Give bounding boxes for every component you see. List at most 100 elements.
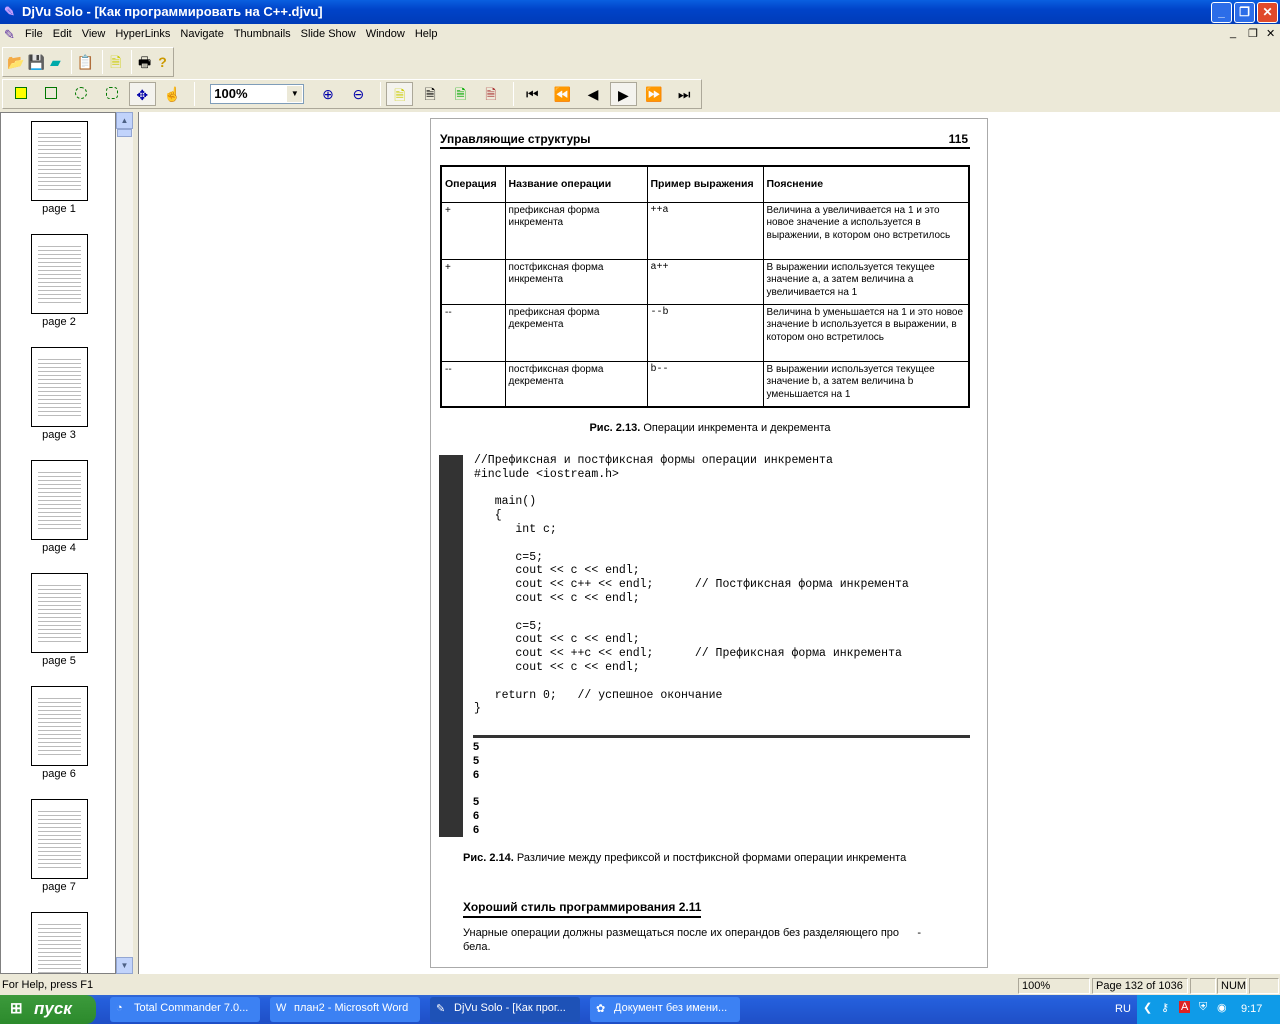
- table-cell: --b: [646, 303, 764, 362]
- task-djvu-solo-label: DjVu Solo - [Как прог...: [454, 1002, 566, 1014]
- task-document-untitled[interactable]: ✿ Документ без имени...: [590, 997, 740, 1022]
- tray-network-icon[interactable]: ◉: [1217, 1001, 1227, 1014]
- start-button[interactable]: ⊞ пуск: [0, 995, 96, 1024]
- zoom-out-icon[interactable]: ⊖: [345, 82, 372, 106]
- thumbnail-scrollbar[interactable]: ▲ ▼: [116, 112, 133, 974]
- table-header: Пояснение: [762, 165, 970, 203]
- code-line: }: [474, 702, 481, 716]
- mdi-restore-button[interactable]: ❐: [1248, 27, 1258, 40]
- code-line: cout << ++c << endl; // Префиксная форма…: [474, 647, 902, 661]
- tray-shield-icon[interactable]: ⛨: [1199, 1001, 1207, 1014]
- next-page-icon[interactable]: ▶: [609, 82, 638, 106]
- menu-edit[interactable]: Edit: [48, 26, 77, 42]
- select-lasso-icon[interactable]: [98, 82, 125, 106]
- system-tray: RU ❮ ⚷ A ⛨ ◉ 9:17: [1115, 995, 1280, 1024]
- output-rule: [473, 735, 970, 738]
- scroll-up-icon[interactable]: ▲: [116, 112, 133, 129]
- tray-key-icon[interactable]: ⚷: [1161, 1001, 1169, 1014]
- output-line: 6: [473, 810, 480, 822]
- menu-help[interactable]: Help: [410, 26, 443, 42]
- status-bar: For Help, press F1 100% Page 132 of 1036…: [0, 976, 1280, 995]
- table-cell: Величина a увеличивается на 1 и это ново…: [762, 201, 970, 260]
- thumbnail-page-7[interactable]: [31, 799, 88, 879]
- zoom-select[interactable]: 100% ▼: [210, 84, 305, 104]
- tray-antivirus-icon[interactable]: A: [1179, 1001, 1191, 1013]
- menu-view[interactable]: View: [77, 26, 111, 42]
- menu-window[interactable]: Window: [361, 26, 410, 42]
- thumbnail-page-2[interactable]: [31, 234, 88, 314]
- scan-icon[interactable]: ▰: [48, 50, 63, 74]
- hand-hyperlink-icon[interactable]: ☝: [159, 82, 186, 106]
- tip-text: Унарные операции должны размещаться посл…: [463, 927, 922, 953]
- title-bar: ✎ DjVu Solo - [Как программировать на C+…: [0, 0, 1280, 24]
- open-icon[interactable]: 📂: [7, 50, 24, 74]
- thumbnail-label: page 1: [42, 203, 76, 215]
- tray-expand-icon[interactable]: ❮: [1143, 1001, 1152, 1014]
- table-header: Название операции: [504, 165, 648, 203]
- task-total-commander[interactable]: ◔ Total Commander 7.0...: [110, 997, 260, 1022]
- menu-file[interactable]: File: [20, 26, 48, 42]
- thumbnail-page-8[interactable]: [31, 912, 88, 973]
- start-label: пуск: [34, 999, 72, 1018]
- task-djvu-solo[interactable]: ✎ DjVu Solo - [Как прог...: [430, 997, 580, 1022]
- previous-page-icon[interactable]: ◀: [579, 82, 606, 106]
- code-line: cout << c << endl;: [474, 592, 640, 605]
- forward-pages-icon[interactable]: ⏩: [640, 82, 667, 106]
- last-page-icon[interactable]: ⏭: [671, 82, 698, 106]
- tip-title: Хороший стиль программирования 2.11: [463, 900, 702, 918]
- thumbnail-page-5[interactable]: [31, 573, 88, 653]
- background-view-icon[interactable]: 🗎: [477, 82, 504, 106]
- code-line: main(): [474, 495, 537, 509]
- select-ellipse-icon[interactable]: [68, 82, 95, 106]
- thumbnail-page-1[interactable]: [31, 121, 88, 201]
- mask-view-icon[interactable]: 🗎: [416, 82, 443, 106]
- paste-icon[interactable]: 📋: [77, 50, 94, 74]
- thumbnail-label: page 7: [42, 881, 76, 893]
- thumbnail-pane: page 1 page 2 page 3 page 4 page 5 page 6 page…: [0, 112, 116, 974]
- menu-thumbnails[interactable]: Thumbnails: [229, 26, 296, 42]
- thumbnail-page-3[interactable]: [31, 347, 88, 427]
- color-view-icon[interactable]: 🗎: [386, 82, 414, 106]
- help-icon[interactable]: ?: [155, 50, 170, 74]
- table-cell: +: [440, 258, 506, 305]
- table-row: + префиксная форма инкремента ++a Величина …: [440, 201, 970, 260]
- select-rect-fill-icon[interactable]: [7, 82, 34, 106]
- output-line: 5: [473, 796, 480, 809]
- menu-navigate[interactable]: Navigate: [175, 26, 228, 42]
- mdi-minimize-button[interactable]: _: [1230, 27, 1236, 39]
- convert-icon[interactable]: 🗎: [108, 50, 123, 74]
- menu-hyperlinks[interactable]: HyperLinks: [110, 26, 175, 42]
- foreground-view-icon[interactable]: 🗎: [447, 82, 474, 106]
- table-cell: --: [440, 303, 506, 362]
- first-page-icon[interactable]: ⏮: [519, 82, 546, 106]
- chevron-down-icon[interactable]: ▼: [287, 86, 303, 102]
- figure-caption-2-13: Рис. 2.13. Операции инкремента и декреме…: [589, 422, 831, 434]
- table-cell: постфиксная форма инкремента: [504, 258, 648, 305]
- status-num: NUM: [1217, 978, 1247, 994]
- table-cell: ++a: [646, 201, 764, 260]
- menu-slide-show[interactable]: Slide Show: [296, 26, 361, 42]
- scroll-down-icon[interactable]: ▼: [116, 957, 133, 974]
- table-cell: a++: [646, 258, 764, 305]
- table-row: -- постфиксная форма декремента b-- В выраж…: [440, 360, 970, 408]
- minimize-button[interactable]: _: [1211, 2, 1232, 23]
- save-icon[interactable]: 💾: [27, 50, 44, 74]
- table-cell: В выражении используется текущее значени…: [762, 360, 970, 408]
- thumbnail-page-4[interactable]: [31, 460, 88, 540]
- thumbnail-page-6[interactable]: [31, 686, 88, 766]
- table-cell: Величина b уменьшается на 1 и это новое …: [762, 303, 970, 362]
- zoom-in-icon[interactable]: ⊕: [314, 82, 341, 106]
- back-pages-icon[interactable]: ⏪: [549, 82, 576, 106]
- scroll-thumb[interactable]: [117, 129, 132, 137]
- language-indicator[interactable]: RU: [1115, 1003, 1131, 1015]
- close-button[interactable]: ✕: [1257, 2, 1278, 23]
- mdi-close-button[interactable]: ✕: [1266, 27, 1275, 40]
- select-rect-icon[interactable]: [37, 82, 64, 106]
- pan-icon[interactable]: ✥: [128, 82, 156, 106]
- thumbnail-label: page 4: [42, 542, 76, 554]
- table-row: + постфиксная форма инкремента a++ В выраже…: [440, 258, 970, 305]
- table-row: -- префиксная форма декремента --b Величина…: [440, 303, 970, 362]
- task-microsoft-word[interactable]: Wплан2 - Microsoft Word: [270, 997, 420, 1022]
- restore-button[interactable]: ❐: [1234, 2, 1255, 23]
- print-icon[interactable]: 🖶: [137, 50, 152, 74]
